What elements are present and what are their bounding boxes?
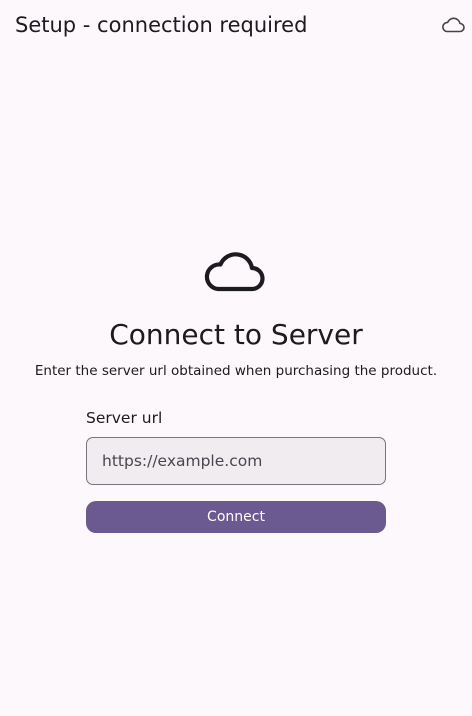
cloud-icon[interactable]	[440, 14, 466, 36]
page-title: Connect to Server	[109, 318, 363, 351]
connect-button[interactable]: Connect	[86, 501, 386, 533]
app-title: Setup - connection required	[15, 13, 308, 37]
server-url-input[interactable]	[86, 437, 386, 485]
cloud-icon	[204, 252, 265, 292]
app-bar: Setup - connection required	[0, 0, 472, 50]
server-url-label: Server url	[86, 409, 163, 427]
instructions-text: Enter the server url obtained when purch…	[34, 363, 438, 379]
